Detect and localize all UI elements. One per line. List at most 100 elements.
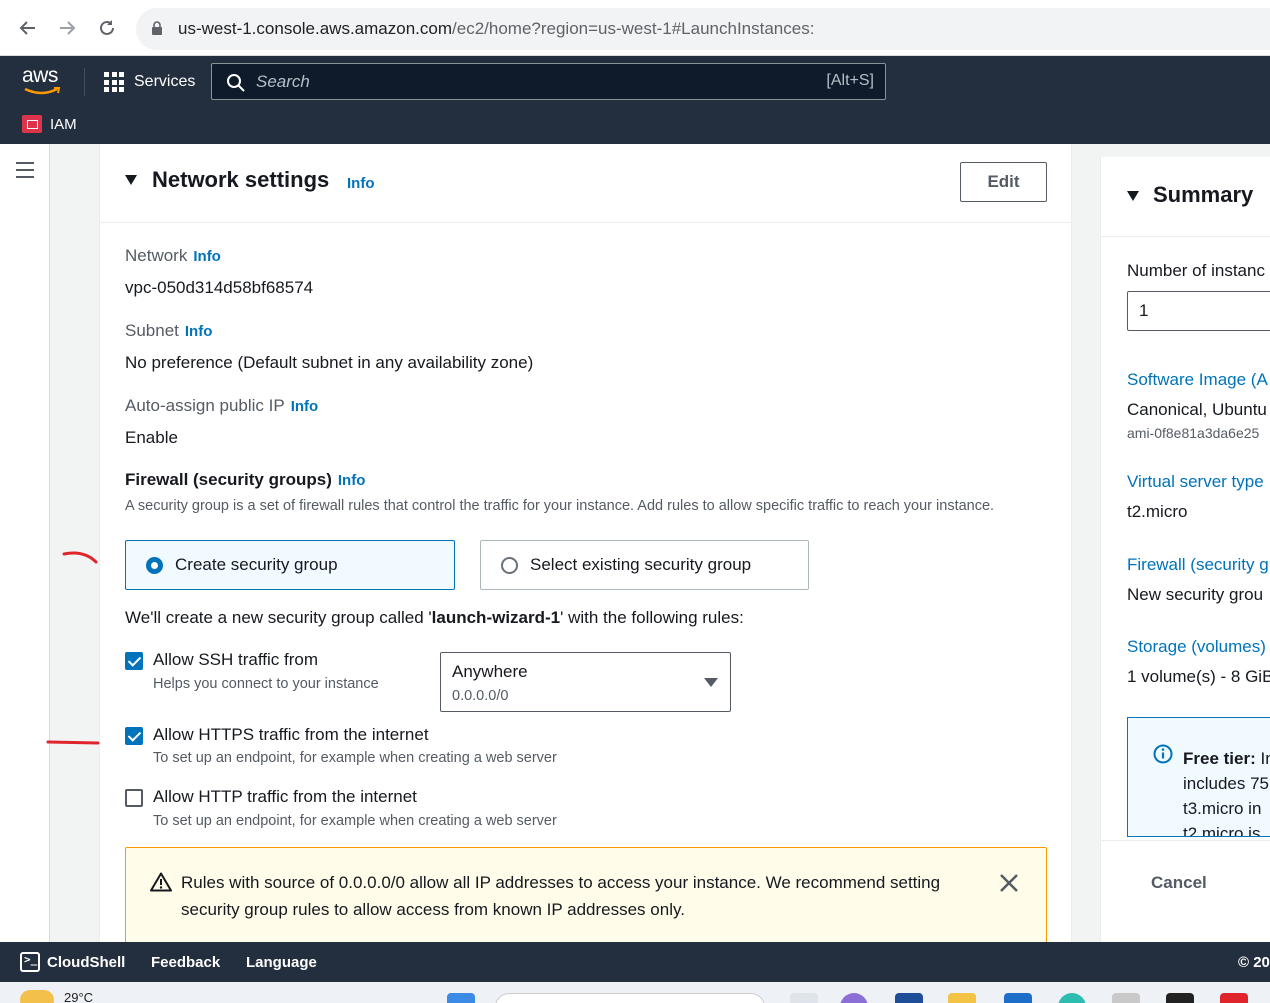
free-tier-line: Free tier: In xyxy=(1183,746,1270,771)
iam-service-icon xyxy=(22,115,42,133)
search-box[interactable]: [Alt+S] xyxy=(211,63,886,100)
feedback-link[interactable]: Feedback xyxy=(151,954,220,971)
select-existing-security-group-label: Select existing security group xyxy=(530,555,752,574)
info-link[interactable]: Info xyxy=(347,175,375,192)
firewall-heading: Firewall (security groups) Info xyxy=(125,470,365,490)
reload-icon[interactable] xyxy=(93,14,121,42)
taskbar-search-icon[interactable] xyxy=(495,993,765,1003)
back-arrow-icon[interactable] xyxy=(14,14,42,42)
aws-logo[interactable]: aws xyxy=(22,64,58,88)
panel-title: Network settings xyxy=(152,167,330,192)
security-group-name: launch-wizard-1 xyxy=(431,608,561,627)
cancel-button[interactable]: Cancel xyxy=(1151,873,1207,893)
hamburger-menu-icon[interactable] xyxy=(16,162,34,178)
collapse-caret-icon[interactable] xyxy=(1127,191,1139,201)
public-ip-value: Enable xyxy=(125,428,178,447)
firewall-value: New security grou xyxy=(1127,585,1264,604)
public-ip-info-link[interactable]: Info xyxy=(291,398,319,415)
search-icon xyxy=(227,74,245,92)
free-tier-alert: Free tier: In includes 75 t3.micro in t2… xyxy=(1127,717,1270,837)
app-icon[interactable] xyxy=(895,993,923,1003)
num-instances-input[interactable] xyxy=(1127,291,1270,331)
panel-header: Network settings Info Edit xyxy=(100,144,1071,223)
network-value: vpc-050d314d58bf68574 xyxy=(125,278,314,297)
firewall-info-link[interactable]: Info xyxy=(338,472,366,489)
free-tier-line2: includes 75 xyxy=(1183,774,1270,793)
free-tier-line4: t2.micro is xyxy=(1183,824,1261,837)
software-image-ami: ami-0f8e81a3da6e25 xyxy=(1127,425,1260,441)
edit-button[interactable]: Edit xyxy=(960,162,1047,202)
radio-unselected-icon xyxy=(501,556,518,574)
app-icon[interactable] xyxy=(1004,993,1032,1003)
language-link[interactable]: Language xyxy=(246,954,317,971)
app-icon[interactable] xyxy=(840,993,868,1003)
network-label: Network Info xyxy=(125,246,221,266)
subnet-label: Subnet Info xyxy=(125,321,212,341)
allow-ssh-checkbox[interactable] xyxy=(125,652,143,670)
create-security-group-option[interactable]: Create security group xyxy=(125,540,455,590)
ssh-source-value: Anywhere xyxy=(452,662,528,681)
browser-toolbar: us-west-1.console.aws.amazon.com/ec2/hom… xyxy=(0,0,1270,56)
url-path: /ec2/home?region=us-west-1#LaunchInstanc… xyxy=(452,19,815,38)
summary-footer: Cancel xyxy=(1101,840,1270,942)
software-image-link[interactable]: Software Image (A xyxy=(1127,370,1268,390)
red-annotation-mark xyxy=(62,551,98,564)
firewall-link[interactable]: Firewall (security g xyxy=(1127,555,1269,575)
task-view-icon[interactable] xyxy=(790,993,818,1003)
search-input[interactable] xyxy=(256,70,776,94)
summary-header: Summary xyxy=(1101,157,1270,237)
create-security-group-label: Create security group xyxy=(175,555,338,574)
allow-http-label: Allow HTTP traffic from the internet xyxy=(153,787,417,806)
header-divider xyxy=(84,68,85,96)
num-instances-label: Number of instanc xyxy=(1127,261,1265,280)
forward-arrow-icon[interactable] xyxy=(53,14,81,42)
warning-triangle-icon xyxy=(150,872,172,892)
free-tier-text: Free tier: In includes 75 t3.micro in t2… xyxy=(1183,746,1270,837)
favorite-iam[interactable]: IAM xyxy=(22,115,77,133)
storage-link[interactable]: Storage (volumes) xyxy=(1127,637,1266,657)
summary-title: Summary xyxy=(1153,182,1254,207)
network-info-link[interactable]: Info xyxy=(193,248,221,265)
services-grid-icon xyxy=(104,72,124,92)
storage-value: 1 volume(s) - 8 GiB xyxy=(1127,667,1270,686)
firewall-heading-text: Firewall (security groups) xyxy=(125,470,332,489)
weather-icon[interactable] xyxy=(20,990,54,1003)
aws-smile-icon xyxy=(24,87,61,95)
dropdown-caret-icon xyxy=(704,678,718,687)
app-icon[interactable] xyxy=(1220,993,1248,1003)
network-label-text: Network xyxy=(125,246,188,265)
public-ip-label-text: Auto-assign public IP xyxy=(125,396,285,415)
software-image-value: Canonical, Ubuntu xyxy=(1127,400,1267,419)
allow-https-label: Allow HTTPS traffic from the internet xyxy=(153,725,429,744)
radio-selected-icon xyxy=(146,556,163,574)
file-explorer-icon[interactable] xyxy=(948,993,976,1003)
allow-https-checkbox[interactable] xyxy=(125,727,143,745)
close-icon[interactable] xyxy=(998,872,1020,894)
favorite-iam-label: IAM xyxy=(50,115,77,133)
allow-http-checkbox[interactable] xyxy=(125,789,143,807)
services-button[interactable]: Services xyxy=(104,70,195,94)
app-icon[interactable] xyxy=(1166,993,1194,1003)
subnet-info-link[interactable]: Info xyxy=(185,323,213,340)
free-tier-line1: In xyxy=(1260,749,1270,768)
terminal-icon xyxy=(20,952,40,972)
app-icon[interactable] xyxy=(1112,993,1140,1003)
collapse-caret-icon[interactable] xyxy=(125,175,137,185)
select-existing-security-group-option[interactable]: Select existing security group xyxy=(480,540,809,590)
subnet-value: No preference (Default subnet in any ava… xyxy=(125,353,534,372)
start-menu-icon[interactable] xyxy=(447,993,475,1003)
new-security-group-message: We'll create a new security group called… xyxy=(125,608,744,628)
subnet-label-text: Subnet xyxy=(125,321,179,340)
lock-icon xyxy=(152,21,162,35)
copyright-text: © 20 xyxy=(1238,954,1270,971)
url-text: us-west-1.console.aws.amazon.com/ec2/hom… xyxy=(178,19,814,39)
cloudshell-button[interactable]: CloudShell xyxy=(20,952,125,972)
network-settings-panel: Network settings Info Edit Network Info v… xyxy=(99,144,1072,942)
address-bar[interactable]: us-west-1.console.aws.amazon.com/ec2/hom… xyxy=(136,8,1270,50)
console-footer: CloudShell Feedback Language © 20 xyxy=(0,942,1270,982)
browser-icon[interactable] xyxy=(1058,993,1086,1003)
server-type-link[interactable]: Virtual server type xyxy=(1127,472,1264,492)
ssh-source-select[interactable]: Anywhere 0.0.0.0/0 xyxy=(440,652,731,712)
os-taskbar: 29°C xyxy=(0,982,1270,1003)
red-annotation-underline xyxy=(46,740,100,745)
